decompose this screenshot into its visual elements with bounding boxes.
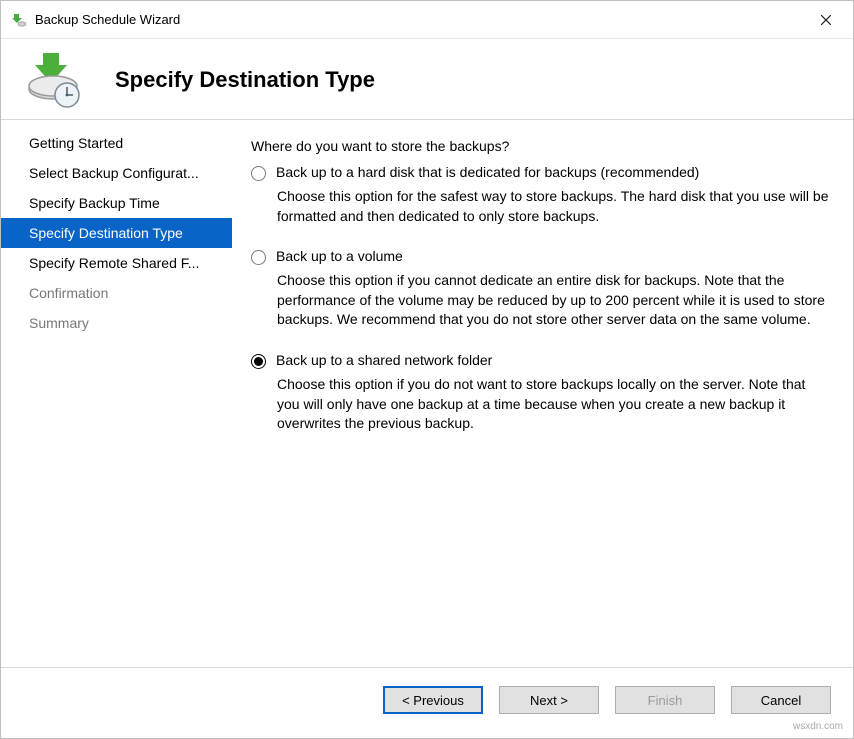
previous-button[interactable]: < Previous — [383, 686, 483, 714]
backup-wizard-icon — [11, 12, 27, 28]
step-summary: Summary — [1, 308, 232, 338]
wizard-body: Getting Started Select Backup Configurat… — [1, 120, 853, 667]
wizard-content: Where do you want to store the backups? … — [233, 120, 853, 667]
step-specify-destination-type[interactable]: Specify Destination Type — [1, 218, 232, 248]
watermark: wsxdn.com — [793, 721, 843, 732]
step-specify-backup-time[interactable]: Specify Backup Time — [1, 188, 232, 218]
wizard-footer: < Previous Next > Finish Cancel — [1, 667, 853, 738]
radio-network-folder[interactable] — [251, 354, 266, 369]
option-dedicated-disk-label: Back up to a hard disk that is dedicated… — [276, 164, 699, 180]
prompt-text: Where do you want to store the backups? — [251, 138, 831, 154]
option-network-folder-label: Back up to a shared network folder — [276, 352, 492, 368]
finish-button: Finish — [615, 686, 715, 714]
option-volume-desc: Choose this option if you cannot dedicat… — [277, 271, 831, 330]
wizard-window: Backup Schedule Wizard Specify Destinati… — [0, 0, 854, 739]
option-network-folder[interactable]: Back up to a shared network folder — [251, 352, 831, 369]
cancel-button[interactable]: Cancel — [731, 686, 831, 714]
step-specify-remote-shared[interactable]: Specify Remote Shared F... — [1, 248, 232, 278]
next-button[interactable]: Next > — [499, 686, 599, 714]
option-dedicated-disk-desc: Choose this option for the safest way to… — [277, 187, 831, 226]
radio-dedicated-disk[interactable] — [251, 166, 266, 181]
titlebar: Backup Schedule Wizard — [1, 1, 853, 39]
option-volume[interactable]: Back up to a volume — [251, 248, 831, 265]
wizard-steps-sidebar: Getting Started Select Backup Configurat… — [1, 120, 233, 667]
page-title: Specify Destination Type — [115, 67, 375, 93]
option-volume-label: Back up to a volume — [276, 248, 403, 264]
option-dedicated-disk[interactable]: Back up to a hard disk that is dedicated… — [251, 164, 831, 181]
step-confirmation: Confirmation — [1, 278, 232, 308]
window-title: Backup Schedule Wizard — [35, 12, 803, 27]
radio-volume[interactable] — [251, 250, 266, 265]
wizard-header: Specify Destination Type — [1, 39, 853, 120]
close-button[interactable] — [803, 5, 849, 35]
option-network-folder-desc: Choose this option if you do not want to… — [277, 375, 831, 434]
step-getting-started[interactable]: Getting Started — [1, 128, 232, 158]
destination-type-icon — [21, 51, 85, 109]
close-icon — [821, 15, 831, 25]
step-select-backup-config[interactable]: Select Backup Configurat... — [1, 158, 232, 188]
